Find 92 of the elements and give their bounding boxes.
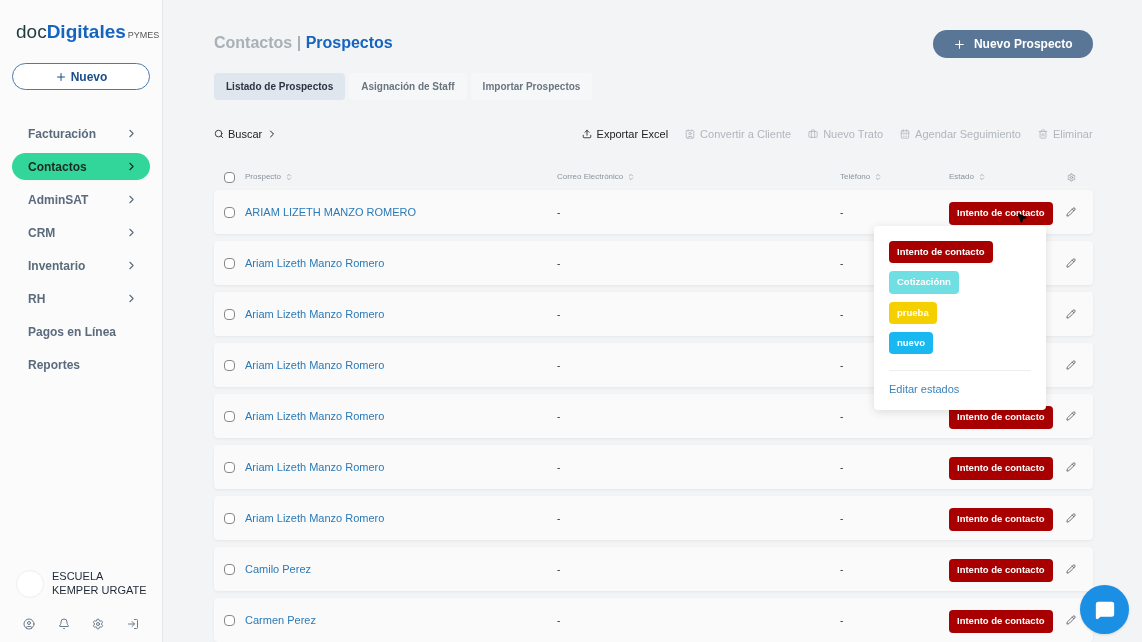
table-cell-text: - bbox=[840, 409, 844, 424]
row-checkbox[interactable] bbox=[224, 257, 235, 269]
menu-item[interactable]: Inventario bbox=[12, 252, 150, 279]
table-cell-text: - bbox=[840, 358, 844, 373]
page-title: Contactos | Prospectos bbox=[214, 33, 393, 53]
new-prospect-button[interactable]: Nuevo Prospecto bbox=[932, 30, 1093, 58]
prospect-name-link[interactable]: Ariam Lizeth Manzo Romero bbox=[245, 254, 557, 272]
menu-item[interactable]: Facturación bbox=[12, 120, 150, 147]
row-checkbox[interactable] bbox=[224, 206, 235, 218]
status-tag[interactable]: Intento de contacto bbox=[949, 202, 1053, 225]
row-checkbox[interactable] bbox=[224, 563, 235, 575]
sort-icon bbox=[977, 173, 986, 182]
upload-icon bbox=[581, 129, 592, 140]
menu-item[interactable]: Pagos en Línea bbox=[12, 318, 150, 345]
table-cell-text: - bbox=[557, 358, 561, 373]
table-cell-text: - bbox=[557, 562, 561, 577]
user-icon[interactable] bbox=[23, 618, 36, 630]
row-checkbox[interactable] bbox=[224, 512, 235, 524]
edit-icon[interactable] bbox=[1065, 258, 1076, 268]
menu-item[interactable]: Contactos bbox=[12, 153, 150, 180]
sort-icon bbox=[627, 173, 636, 182]
table-cell-text: - bbox=[557, 409, 561, 424]
status-tag[interactable]: Intento de contacto bbox=[949, 559, 1053, 582]
table-cell-text: - bbox=[557, 460, 561, 475]
chat-button[interactable] bbox=[1080, 585, 1129, 634]
prospect-name-link[interactable]: Carmen Perez bbox=[245, 611, 557, 629]
prospect-name-link[interactable]: Ariam Lizeth Manzo Romero bbox=[245, 305, 557, 323]
account-name: ESCUELA KEMPER URGATE bbox=[52, 570, 148, 598]
sort-icon bbox=[874, 173, 883, 182]
column-header[interactable]: Correo Electrónico bbox=[557, 171, 624, 184]
prospect-name-link[interactable]: Ariam Lizeth Manzo Romero bbox=[245, 407, 557, 425]
edit-icon[interactable] bbox=[1065, 462, 1076, 472]
edit-icon[interactable] bbox=[1065, 513, 1076, 523]
status-tag[interactable]: Intento de contacto bbox=[949, 457, 1053, 480]
settings-icon[interactable] bbox=[1066, 172, 1076, 182]
table-cell-text: - bbox=[557, 613, 561, 628]
menu-item[interactable]: Reportes bbox=[12, 351, 150, 378]
prospect-name-link[interactable]: Ariam Lizeth Manzo Romero bbox=[245, 356, 557, 374]
calendar-icon bbox=[900, 129, 911, 140]
column-header[interactable]: Estado bbox=[949, 171, 974, 184]
column-header[interactable]: Teléfono bbox=[840, 171, 871, 184]
plus-icon bbox=[54, 70, 67, 83]
table-cell-text: - bbox=[840, 613, 844, 628]
select-all-checkbox[interactable] bbox=[224, 171, 235, 183]
chat-icon bbox=[1094, 599, 1115, 620]
edit-states-link[interactable]: Editar estados bbox=[889, 381, 960, 398]
toolbar-button[interactable]: Exportar Excel bbox=[581, 126, 669, 143]
table-cell-text: - bbox=[840, 562, 844, 577]
plus-icon bbox=[952, 37, 966, 51]
prospect-name-link[interactable]: Ariam Lizeth Manzo Romero bbox=[245, 509, 557, 527]
row-checkbox[interactable] bbox=[224, 614, 235, 626]
table-cell-text: - bbox=[840, 307, 844, 322]
settings-icon[interactable] bbox=[92, 618, 105, 630]
edit-icon[interactable] bbox=[1065, 564, 1076, 574]
edit-icon[interactable] bbox=[1065, 360, 1076, 370]
edit-icon[interactable] bbox=[1065, 309, 1076, 319]
menu-item[interactable]: CRM bbox=[12, 219, 150, 246]
sort-icon bbox=[285, 173, 294, 182]
trash-icon bbox=[1037, 129, 1048, 140]
new-button[interactable]: Nuevo bbox=[12, 63, 150, 90]
menu-item[interactable]: RH bbox=[12, 285, 150, 312]
tab[interactable]: Listado de Prospectos bbox=[214, 73, 346, 100]
table-cell-text: - bbox=[557, 307, 561, 322]
briefcase-icon bbox=[808, 129, 819, 140]
column-header[interactable]: Prospecto bbox=[245, 171, 282, 184]
table-cell-text: - bbox=[840, 205, 844, 220]
edit-icon[interactable] bbox=[1065, 207, 1076, 217]
table-cell-text: - bbox=[840, 460, 844, 475]
edit-icon[interactable] bbox=[1065, 615, 1076, 625]
prospect-name-link[interactable]: ARIAM LIZETH MANZO ROMERO bbox=[245, 203, 557, 221]
row-checkbox[interactable] bbox=[224, 410, 235, 422]
contact-card-icon bbox=[685, 129, 696, 140]
status-tag[interactable]: Intento de contacto bbox=[949, 508, 1053, 531]
search-button[interactable]: Buscar bbox=[214, 126, 279, 143]
table-cell-text: - bbox=[557, 511, 561, 526]
menu-item[interactable]: AdminSAT bbox=[12, 186, 150, 213]
table-cell-text: - bbox=[840, 511, 844, 526]
bell-icon[interactable] bbox=[57, 618, 70, 630]
status-tag[interactable]: Intento de contacto bbox=[949, 610, 1053, 633]
table-cell-text: - bbox=[557, 256, 561, 271]
table-cell-text: - bbox=[557, 205, 561, 220]
logout-icon[interactable] bbox=[126, 618, 139, 630]
row-checkbox[interactable] bbox=[224, 308, 235, 320]
status-option[interactable]: Intento de contacto bbox=[889, 241, 993, 264]
row-checkbox[interactable] bbox=[224, 461, 235, 473]
edit-icon[interactable] bbox=[1065, 411, 1076, 421]
logo: docDigitales PYMES bbox=[15, 20, 160, 44]
search-icon bbox=[214, 129, 224, 140]
row-checkbox[interactable] bbox=[224, 359, 235, 371]
prospect-name-link[interactable]: Ariam Lizeth Manzo Romero bbox=[245, 458, 557, 476]
prospect-name-link[interactable]: Camilo Perez bbox=[245, 560, 557, 578]
table-cell-text: - bbox=[840, 256, 844, 271]
